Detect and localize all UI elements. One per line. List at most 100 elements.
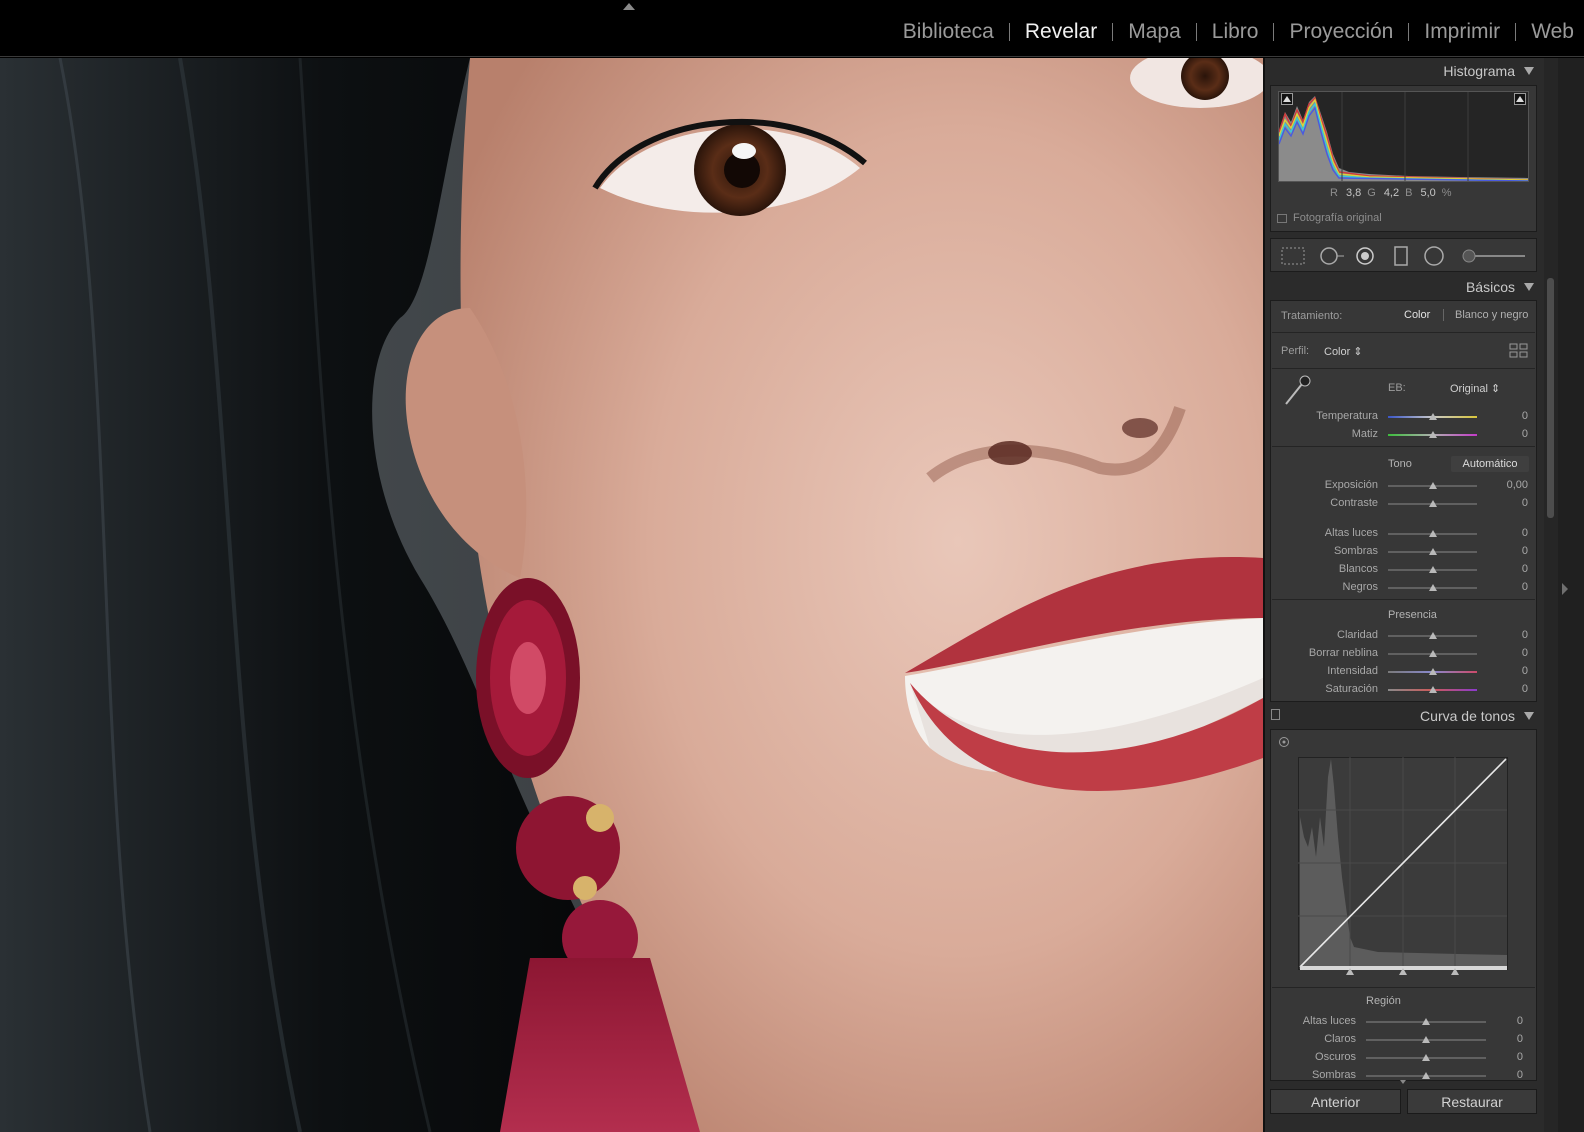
treatment-label: Tratamiento: xyxy=(1281,310,1343,322)
basic-title: Básicos xyxy=(1465,279,1515,295)
red-eye-icon[interactable] xyxy=(1354,246,1376,266)
profile-value: Color xyxy=(1324,346,1351,358)
slider-thumb-lights[interactable] xyxy=(1422,1036,1430,1043)
adjustment-brush-icon[interactable] xyxy=(1459,246,1529,266)
slider-value-saturation[interactable]: 0 xyxy=(1478,683,1528,695)
module-libro[interactable]: Libro xyxy=(1212,20,1259,44)
right-panel-edge[interactable] xyxy=(1558,58,1584,1132)
slider-value-temperature[interactable]: 0 xyxy=(1478,410,1528,422)
wb-select[interactable]: Original ⇕ xyxy=(1450,382,1500,395)
slider-thumb-highlights[interactable] xyxy=(1422,1018,1430,1025)
slider-label-exposure: Exposición xyxy=(1324,479,1378,491)
profile-select[interactable]: Color ⇕ xyxy=(1324,345,1363,358)
rgb-readout: R 3,8 G 4,2 B 5,0% xyxy=(1330,187,1452,199)
slider-thumb-temperature[interactable] xyxy=(1428,413,1437,420)
slider-thumb-shadows[interactable] xyxy=(1422,1072,1430,1079)
treatment-separator xyxy=(1443,309,1444,321)
right-panel-scrollbar[interactable] xyxy=(1544,58,1558,1132)
slider-thumb-vibrance[interactable] xyxy=(1428,668,1437,675)
slider-thumb-saturation[interactable] xyxy=(1428,686,1437,693)
slider-label-saturation: Saturación xyxy=(1325,683,1378,695)
graduated-filter-icon[interactable] xyxy=(1392,246,1410,266)
spot-removal-icon[interactable] xyxy=(1318,246,1346,266)
target-adjustment-icon[interactable] xyxy=(1278,736,1290,748)
original-photo-toggle[interactable]: Fotografía original xyxy=(1277,212,1382,224)
histogram-graph[interactable] xyxy=(1278,91,1529,182)
slider-thumb-dehaze[interactable] xyxy=(1428,650,1437,657)
crop-overlay-icon[interactable] xyxy=(1280,246,1306,266)
slider-thumb-whites[interactable] xyxy=(1428,566,1437,573)
original-photo-label: Fotografía original xyxy=(1293,212,1382,224)
shadow-clipping-icon[interactable] xyxy=(1281,93,1293,105)
original-photo-checkbox[interactable] xyxy=(1277,213,1287,223)
module-proyeccion[interactable]: Proyección xyxy=(1289,20,1393,44)
treatment-color-option[interactable]: Color xyxy=(1404,309,1430,321)
module-separator xyxy=(1408,23,1410,41)
module-revelar[interactable]: Revelar xyxy=(1025,20,1097,44)
slider-value-dehaze[interactable]: 0 xyxy=(1478,647,1528,659)
treatment-bw-option[interactable]: Blanco y negro xyxy=(1455,309,1528,321)
module-imprimir[interactable]: Imprimir xyxy=(1424,20,1500,44)
tone-curve-header[interactable]: Curva de tonos xyxy=(1270,703,1540,729)
section-divider xyxy=(1272,599,1535,600)
slider-value-tint[interactable]: 0 xyxy=(1478,428,1528,440)
highlight-clipping-icon[interactable] xyxy=(1514,93,1526,105)
module-separator xyxy=(1273,23,1275,41)
slider-value-darks[interactable]: 0 xyxy=(1473,1051,1523,1063)
module-separator xyxy=(1195,23,1197,41)
slider-thumb-tint[interactable] xyxy=(1428,431,1437,438)
slider-thumb-blacks[interactable] xyxy=(1428,584,1437,591)
g-value: 4,2 xyxy=(1383,187,1400,199)
slider-thumb-clarity[interactable] xyxy=(1428,632,1437,639)
slider-thumb-darks[interactable] xyxy=(1422,1054,1430,1061)
white-balance-eyedropper-icon[interactable] xyxy=(1280,374,1312,408)
slider-value-blacks[interactable]: 0 xyxy=(1478,581,1528,593)
r-value: 3,8 xyxy=(1345,187,1362,199)
row-divider xyxy=(1272,332,1535,333)
photo-canvas[interactable] xyxy=(0,58,1263,1132)
collapse-arrow-icon[interactable] xyxy=(1524,67,1534,75)
slider-thumb-highlights[interactable] xyxy=(1428,530,1437,537)
slider-value-highlights[interactable]: 0 xyxy=(1478,527,1528,539)
section-divider xyxy=(1272,446,1535,447)
slider-label-highlights: Altas luces xyxy=(1302,1015,1356,1027)
auto-tone-button[interactable]: Automático xyxy=(1451,456,1529,472)
profile-browser-icon[interactable] xyxy=(1509,343,1529,359)
module-separator xyxy=(1515,23,1517,41)
slider-label-shadows: Sombras xyxy=(1311,1069,1356,1081)
reset-button[interactable]: Restaurar xyxy=(1407,1089,1537,1114)
right-panel-toggle-icon[interactable] xyxy=(1562,583,1568,595)
b-value: 5,0 xyxy=(1420,187,1436,199)
tone-curve-graph[interactable] xyxy=(1298,757,1508,977)
histogram-header[interactable]: Histograma xyxy=(1270,58,1540,84)
slider-thumb-shadows[interactable] xyxy=(1428,548,1437,555)
slider-value-lights[interactable]: 0 xyxy=(1473,1033,1523,1045)
slider-label-whites: Blancos xyxy=(1338,563,1378,575)
scrollbar-thumb[interactable] xyxy=(1547,278,1554,518)
previous-button[interactable]: Anterior xyxy=(1270,1089,1401,1114)
slider-label-contrast: Contraste xyxy=(1330,497,1378,509)
histogram-title: Histograma xyxy=(1443,63,1515,79)
slider-thumb-exposure[interactable] xyxy=(1428,482,1437,489)
more-indicator-icon xyxy=(1400,1080,1406,1084)
slider-thumb-contrast[interactable] xyxy=(1428,500,1437,507)
top-panel-collapse-icon[interactable] xyxy=(622,2,636,12)
module-web[interactable]: Web xyxy=(1531,20,1574,44)
slider-value-highlights[interactable]: 0 xyxy=(1473,1015,1523,1027)
slider-value-shadows[interactable]: 0 xyxy=(1478,545,1528,557)
radial-filter-icon[interactable] xyxy=(1423,246,1445,266)
collapse-arrow-icon[interactable] xyxy=(1524,712,1534,720)
slider-label-clarity: Claridad xyxy=(1337,629,1378,641)
slider-value-whites[interactable]: 0 xyxy=(1478,563,1528,575)
slider-value-contrast[interactable]: 0 xyxy=(1478,497,1528,509)
basic-header[interactable]: Básicos xyxy=(1270,274,1540,300)
slider-value-shadows[interactable]: 0 xyxy=(1473,1069,1523,1081)
module-biblioteca[interactable]: Biblioteca xyxy=(903,20,994,44)
slider-value-clarity[interactable]: 0 xyxy=(1478,629,1528,641)
slider-value-exposure[interactable]: 0,00 xyxy=(1478,479,1528,491)
slider-value-vibrance[interactable]: 0 xyxy=(1478,665,1528,677)
wb-value: Original xyxy=(1450,383,1488,395)
slider-label-vibrance: Intensidad xyxy=(1327,665,1378,677)
collapse-arrow-icon[interactable] xyxy=(1524,283,1534,291)
module-mapa[interactable]: Mapa xyxy=(1128,20,1181,44)
